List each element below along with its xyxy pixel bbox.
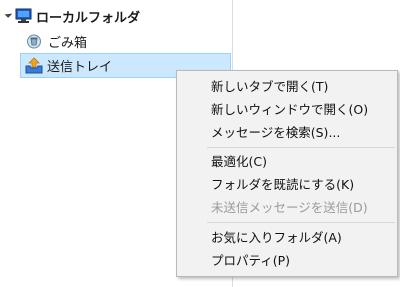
menu-item-send-unsent-messages: 未送信メッセージを送信(D): [211, 200, 368, 215]
menu-item-search-messages[interactable]: メッセージを検索(S)...: [177, 122, 397, 144]
menu-item-compact[interactable]: 最適化(C): [177, 151, 397, 173]
tree-item-local-folders[interactable]: ローカルフォルダ: [0, 4, 232, 28]
menu-item-open-in-new-tab[interactable]: 新しいタブで開く(T): [177, 76, 397, 98]
menu-item-properties[interactable]: プロパティ(P): [177, 250, 397, 272]
menu-item-mark-folder-read[interactable]: フォルダを既読にする(K): [177, 174, 397, 196]
menu-item-open-in-new-window[interactable]: 新しいウィンドウで開く(O): [177, 99, 397, 121]
menu-item-favorite-folder[interactable]: お気に入りフォルダ(A): [177, 227, 397, 249]
menu-separator: [207, 222, 395, 223]
trash-icon: [27, 34, 41, 49]
computer-icon: [15, 8, 32, 23]
tree-item-label: ごみ箱: [48, 35, 88, 51]
tree-item-label: ローカルフォルダ: [36, 10, 141, 26]
tree-item-label: 送信トレイ: [47, 60, 113, 75]
folder-context-menu: 新しいタブで開く(T) 新しいウィンドウで開く(O) メッセージを検索(S)..…: [176, 70, 398, 277]
outbox-icon: [25, 57, 43, 74]
expand-arrow-icon[interactable]: [4, 10, 13, 18]
tree-item-trash[interactable]: ごみ箱: [0, 29, 232, 53]
menu-separator: [207, 147, 395, 148]
